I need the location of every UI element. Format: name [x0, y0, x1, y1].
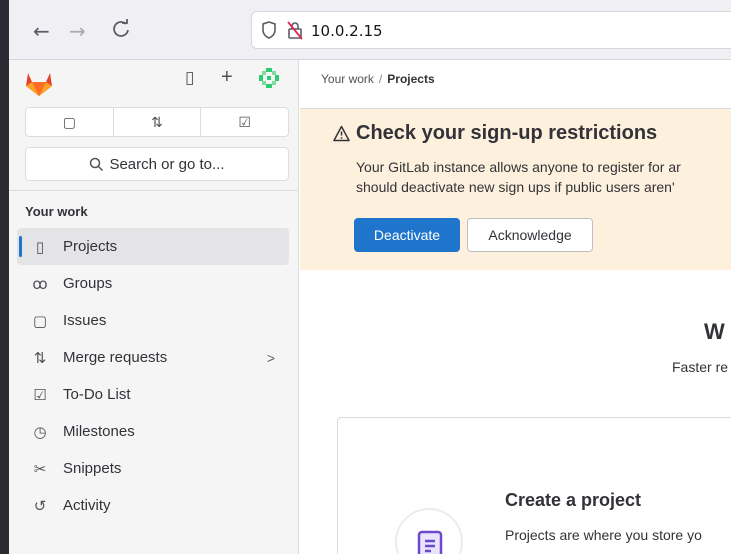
issues-shortcut-button[interactable]: ▢ [26, 108, 114, 136]
sidebar-item-label: Merge requests [63, 349, 168, 366]
sidebar-item-todo-list[interactable]: ☑ To-Do List [17, 376, 289, 413]
sidebar-item-activity[interactable]: ↺ Activity [17, 487, 289, 524]
search-label: Search or go to... [109, 155, 225, 173]
clock-icon: ◷ [33, 423, 47, 441]
sidebar-item-milestones[interactable]: ◷ Milestones [17, 413, 289, 450]
sidebar-item-label: Activity [63, 497, 111, 514]
desktop-edge [0, 0, 9, 554]
main-content: Your work / Projects Check your sign-up re… [300, 60, 731, 554]
alert-body: Your GitLab instance allows anyone to re… [356, 157, 731, 197]
sidebar-item-issues[interactable]: ▢ Issues [17, 302, 289, 339]
sidebar-nav: ▯ Projects ꝏ Groups ▢ Issues ⇅ Merge req… [17, 228, 289, 524]
create-project-card[interactable]: Create a project Projects are where you … [337, 417, 731, 554]
url-text[interactable]: 10.0.2.15 [311, 22, 383, 40]
warning-icon [333, 125, 350, 142]
shortcut-buttons: ▢ ⇅ ☑ [25, 107, 289, 137]
gitlab-logo-icon[interactable] [23, 68, 55, 98]
sidebar-divider [9, 190, 299, 191]
section-title: Your work [25, 204, 88, 219]
search-button[interactable]: Search or go to... [25, 147, 289, 181]
todo-icon: ☑ [33, 386, 47, 404]
document-icon [417, 530, 443, 554]
merge-requests-shortcut-button[interactable]: ⇅ [114, 108, 202, 136]
alert-title: Check your sign-up restrictions [356, 122, 658, 144]
sidebar-item-label: Issues [63, 312, 107, 329]
deactivate-button[interactable]: Deactivate [354, 218, 460, 252]
breadcrumb: Your work / Projects [321, 72, 435, 86]
plus-icon[interactable]: + [221, 66, 233, 89]
sidebar-item-label: Milestones [63, 423, 135, 440]
shield-icon[interactable] [261, 20, 277, 40]
project-icon: ▯ [35, 238, 45, 256]
sidebar-item-projects[interactable]: ▯ Projects [17, 228, 289, 265]
sidebar-item-label: Projects [63, 238, 118, 255]
scissors-icon: ✂ [33, 460, 47, 478]
sidebar-item-snippets[interactable]: ✂ Snippets [17, 450, 289, 487]
signup-restrictions-alert: Check your sign-up restrictions Your Git… [300, 109, 731, 270]
sidebar-item-merge-requests[interactable]: ⇅ Merge requests > [17, 339, 289, 376]
sidebar-item-label: Snippets [63, 460, 122, 477]
acknowledge-button[interactable]: Acknowledge [467, 218, 593, 252]
alert-body-line-1: Your GitLab instance allows anyone to re… [356, 159, 681, 175]
card-title: Create a project [505, 490, 642, 510]
card-illustration [395, 508, 463, 554]
back-icon[interactable]: ← [33, 20, 50, 42]
url-bar[interactable]: 10.0.2.15 [252, 12, 731, 48]
insecure-lock-icon[interactable] [285, 19, 305, 41]
reload-icon[interactable] [112, 19, 130, 43]
sidebar-item-label: To-Do List [63, 386, 131, 403]
sidebar-item-label: Groups [63, 275, 113, 292]
welcome-title: W [704, 319, 725, 344]
forward-icon[interactable]: → [69, 20, 86, 42]
avatar[interactable] [257, 66, 281, 90]
welcome-subtitle: Faster re [672, 359, 729, 375]
alert-body-line-2: should deactivate new sign ups if public… [356, 179, 675, 195]
issues-icon: ▢ [32, 312, 48, 330]
browser-toolbar: ← → 10.0.2.15 [9, 0, 731, 60]
breadcrumb-current[interactable]: Projects [387, 72, 434, 86]
card-text: Projects are where you store yo [505, 527, 702, 543]
issues-icon: ▢ [62, 113, 76, 130]
merge-requests-icon: ⇅ [151, 113, 163, 130]
sidebar: ▯ + ▢ ⇅ ☑ Search or go to... Your work ▯… [9, 60, 299, 554]
collapse-sidebar-icon[interactable]: ▯ [185, 68, 194, 88]
chevron-right-icon[interactable]: > [267, 350, 275, 366]
history-icon: ↺ [33, 497, 47, 515]
sidebar-item-groups[interactable]: ꝏ Groups [17, 265, 289, 302]
breadcrumb-parent[interactable]: Your work [321, 72, 374, 86]
breadcrumb-separator: / [378, 72, 383, 86]
search-icon [90, 157, 104, 171]
group-icon: ꝏ [32, 275, 48, 293]
merge-request-icon: ⇅ [33, 349, 47, 367]
todo-icon: ☑ [238, 113, 251, 130]
todo-shortcut-button[interactable]: ☑ [201, 108, 288, 136]
